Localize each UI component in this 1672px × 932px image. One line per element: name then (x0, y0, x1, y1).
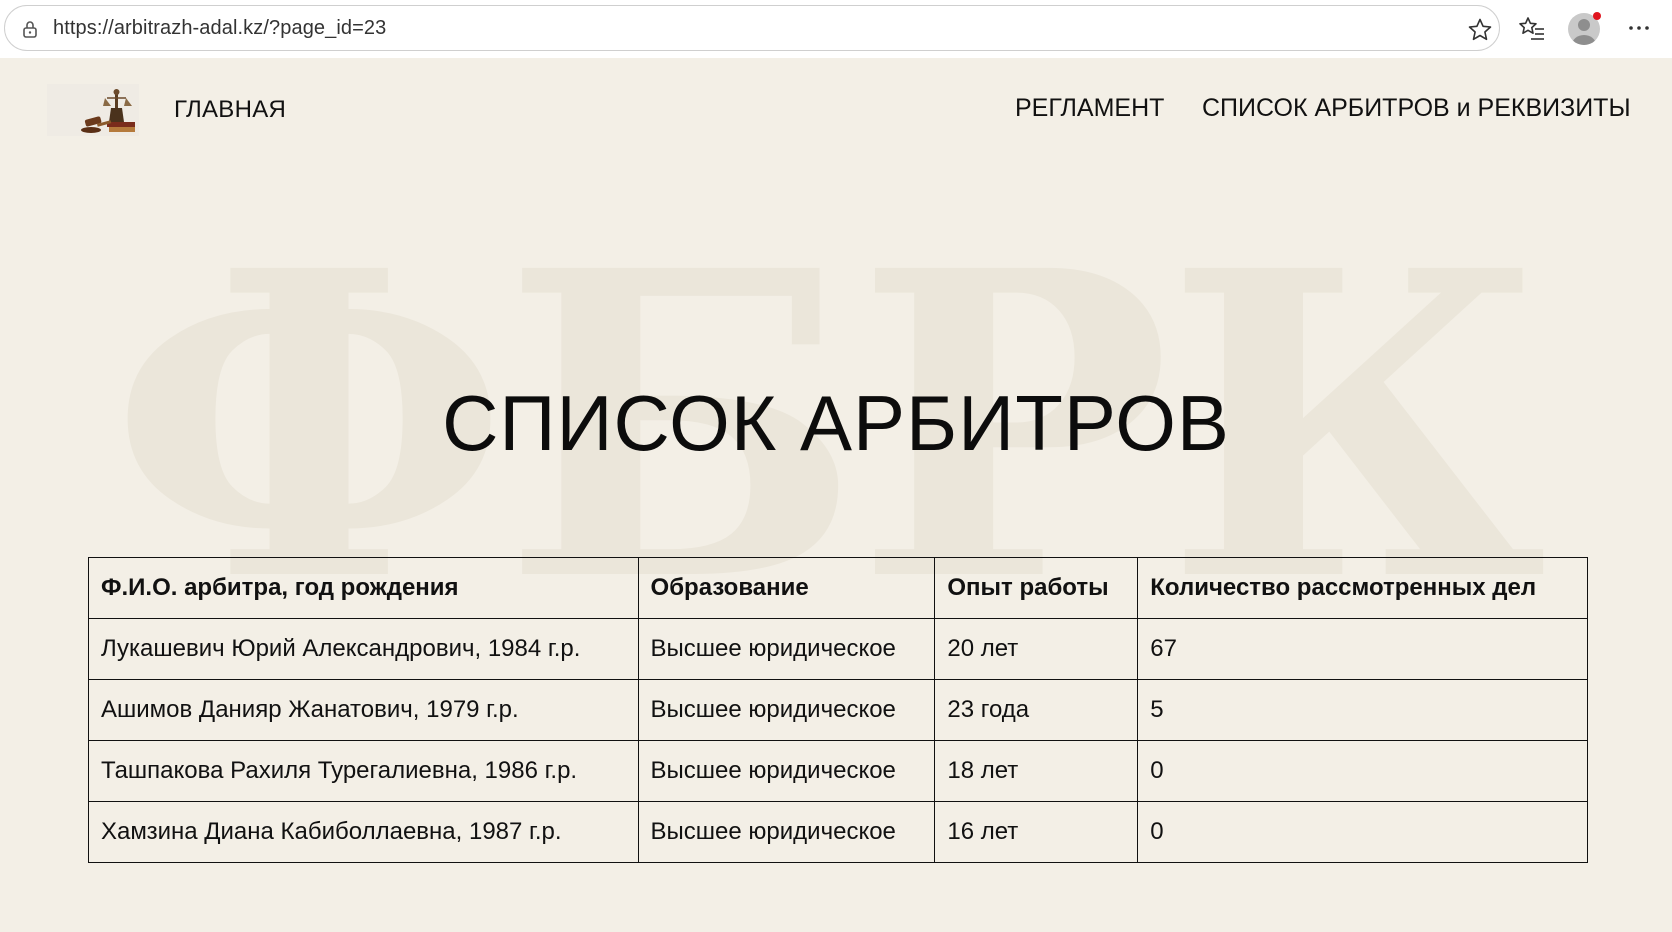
favorites-icon[interactable] (1518, 15, 1546, 43)
lock-icon[interactable] (19, 18, 41, 40)
table-row: Лукашевич Юрий Александрович, 1984 г.р. … (88, 618, 1588, 680)
table-cell-cases-count: 5 (1137, 679, 1588, 741)
address-bar[interactable]: https://arbitrazh-adal.kz/?page_id=23 (4, 5, 1500, 51)
table-cell-education: Высшее юридическое (637, 679, 936, 741)
browser-toolbar: https://arbitrazh-adal.kz/?page_id=23 (0, 0, 1672, 59)
site-logo[interactable] (47, 84, 139, 136)
table-row: Ташпакова Рахиля Турегалиевна, 1986 г.р.… (88, 740, 1588, 802)
table-row: Хамзина Диана Кабиболлаевна, 1987 г.р. В… (88, 801, 1588, 863)
table-row: Ашимов Данияр Жанатович, 1979 г.р. Высше… (88, 679, 1588, 741)
table-cell-education: Высшее юридическое (637, 740, 936, 802)
notification-dot (1593, 12, 1601, 20)
table-cell-experience: 20 лет (934, 618, 1139, 680)
favorite-star-icon[interactable] (1467, 17, 1493, 43)
table-header-name: Ф.И.О. арбитра, год рождения (88, 557, 639, 619)
nav-home-link[interactable]: ГЛАВНАЯ (174, 96, 286, 124)
nav-reglament-link[interactable]: РЕГЛАМЕНТ (1015, 94, 1164, 123)
table-cell-cases-count: 0 (1137, 740, 1588, 802)
more-options-icon[interactable] (1627, 16, 1651, 40)
table-cell-name: Ташпакова Рахиля Турегалиевна, 1986 г.р. (88, 740, 639, 802)
table-cell-cases-count: 0 (1137, 801, 1588, 863)
table-header-experience: Опыт работы (934, 557, 1139, 619)
table-header-education: Образование (637, 557, 936, 619)
arbiters-table: Ф.И.О. арбитра, год рождения Образование… (88, 557, 1588, 863)
table-cell-education: Высшее юридическое (637, 618, 936, 680)
page-content: ФБРК ГЛАВНАЯ РЕГЛАМЕНТ СПИСОК АРБИТРОВ и… (0, 58, 1672, 932)
table-header-cases-count: Количество рассмотренных дел (1137, 557, 1588, 619)
page-title: СПИСОК АРБИТРОВ (442, 379, 1230, 467)
url-text[interactable]: https://arbitrazh-adal.kz/?page_id=23 (53, 17, 386, 40)
table-header-row: Ф.И.О. арбитра, год рождения Образование… (88, 557, 1588, 619)
table-cell-name: Ашимов Данияр Жанатович, 1979 г.р. (88, 679, 639, 741)
table-cell-experience: 16 лет (934, 801, 1139, 863)
table-cell-experience: 23 года (934, 679, 1139, 741)
table-cell-name: Хамзина Диана Кабиболлаевна, 1987 г.р. (88, 801, 639, 863)
table-cell-name: Лукашевич Юрий Александрович, 1984 г.р. (88, 618, 639, 680)
nav-arbiters-list-link[interactable]: СПИСОК АРБИТРОВ и РЕКВИЗИТЫ (1202, 94, 1631, 123)
justice-scales-logo-icon (47, 84, 139, 136)
table-cell-education: Высшее юридическое (637, 801, 936, 863)
table-cell-cases-count: 67 (1137, 618, 1588, 680)
table-cell-experience: 18 лет (934, 740, 1139, 802)
